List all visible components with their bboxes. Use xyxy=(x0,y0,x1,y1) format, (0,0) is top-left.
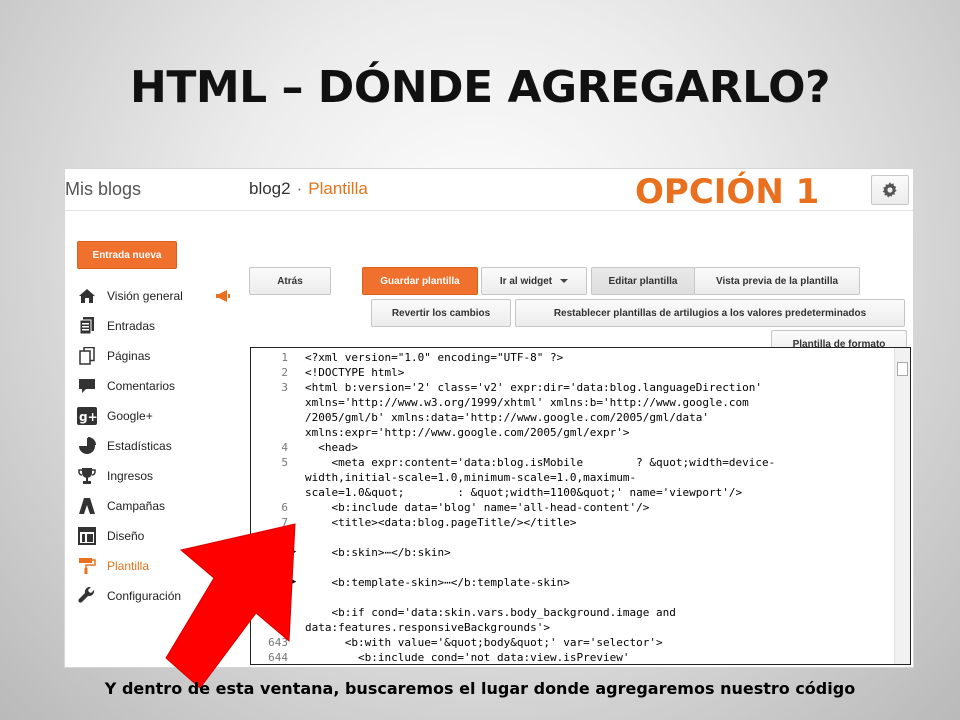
red-arrow xyxy=(165,523,296,689)
slide-caption: Y dentro de esta ventana, buscaremos el … xyxy=(104,679,856,698)
